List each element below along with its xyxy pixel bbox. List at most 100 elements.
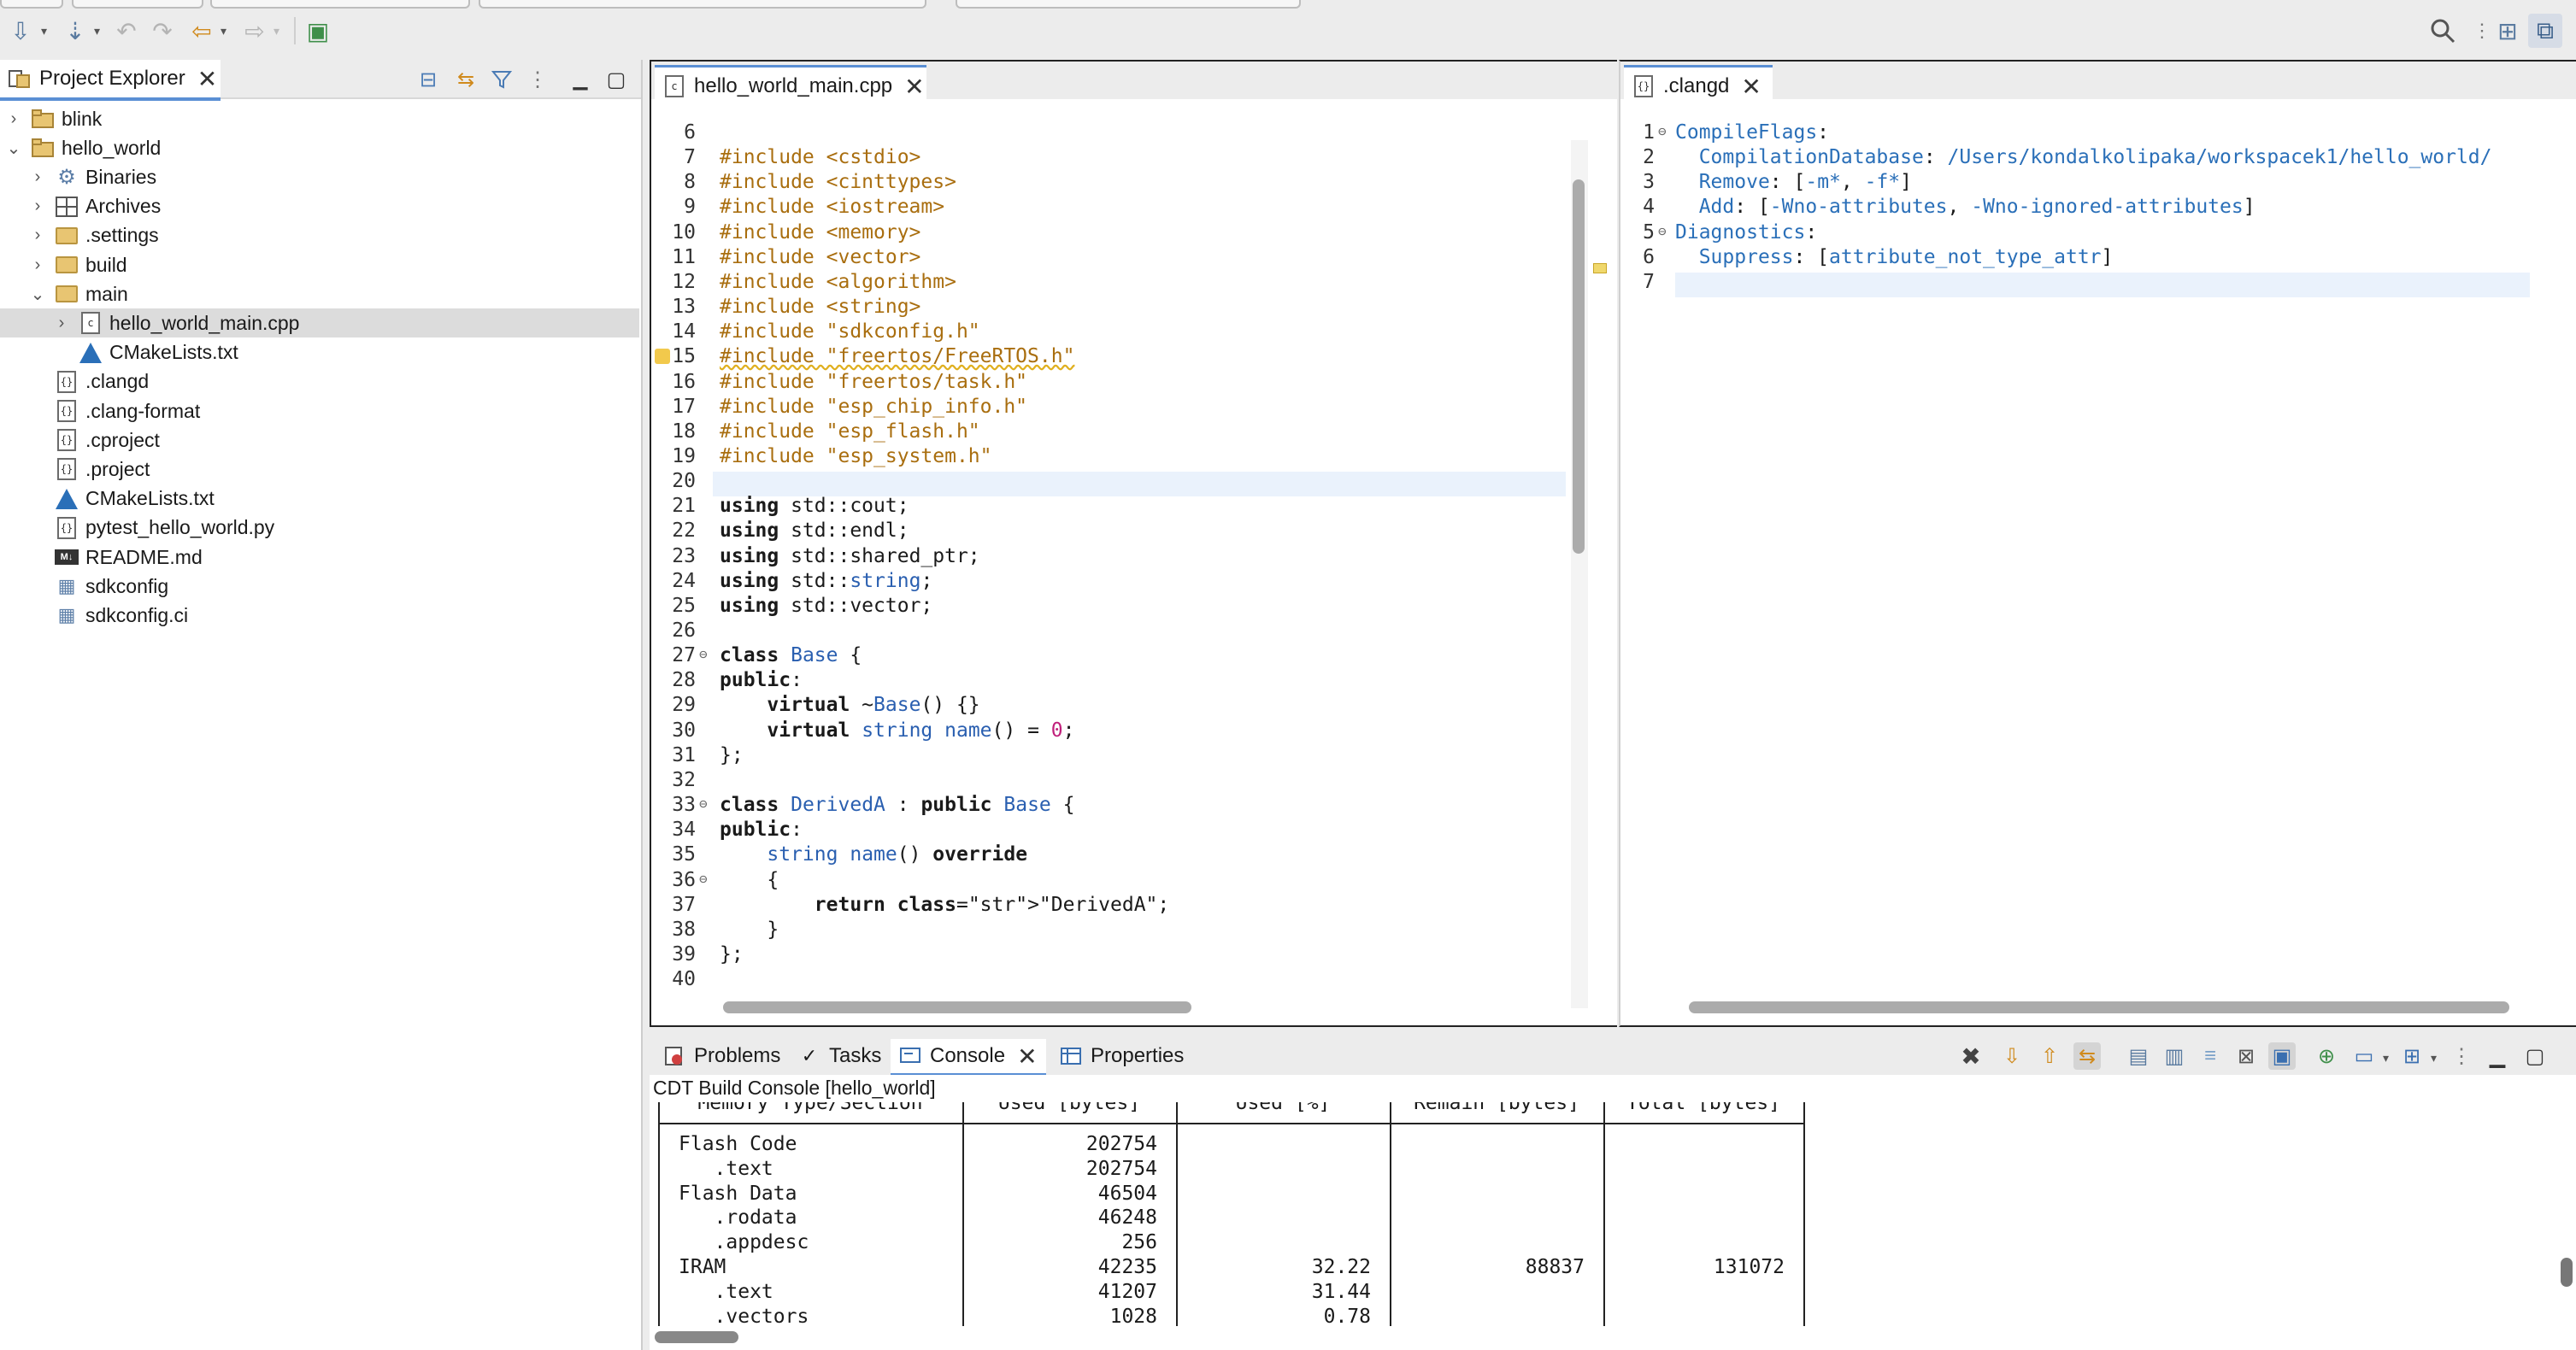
tree-item[interactable]: {} .clang-format <box>0 396 639 426</box>
tree-item[interactable]: › ⚙ Binaries <box>0 162 639 191</box>
back-arrow-icon[interactable]: ⇦ <box>185 14 219 48</box>
tree-item[interactable]: CMakeLists.txt <box>0 484 639 514</box>
show-on-output-icon[interactable]: ▤ <box>2125 1042 2152 1070</box>
search-icon[interactable] <box>2426 14 2460 48</box>
toolbar-launch-target-field[interactable] <box>210 0 470 9</box>
tree-item[interactable]: ▦ sdkconfig <box>0 572 639 601</box>
clear-console-icon[interactable]: ✖ <box>1957 1042 1985 1070</box>
toolbar-serial-port-field[interactable] <box>956 0 1301 9</box>
fold-toggle-icon[interactable]: ⊖ <box>699 795 708 812</box>
tree-item[interactable]: {} pytest_hello_world.py <box>0 514 639 543</box>
pin-console-icon[interactable]: ▣ <box>2268 1042 2296 1070</box>
open-perspective-icon[interactable]: ⊞ <box>2491 14 2525 48</box>
pin-icon[interactable]: ⇣ <box>58 14 92 48</box>
tree-item[interactable]: › .settings <box>0 221 639 250</box>
back-dropdown-chevron-icon[interactable]: ▾ <box>221 24 226 38</box>
scroll-lock-icon[interactable]: ⇆ <box>2073 1042 2101 1070</box>
tree-item[interactable]: › c hello_world_main.cpp <box>0 308 639 338</box>
build-dropdown-chevron-icon[interactable]: ▾ <box>41 24 47 38</box>
undo-edit-icon[interactable]: ↶ <box>109 14 144 48</box>
minimize-icon[interactable]: ▁ <box>568 67 593 92</box>
chevron-down-icon[interactable]: ⌄ <box>5 138 22 159</box>
clangd-editor-horizontal-scrollbar[interactable] <box>1689 1001 2509 1013</box>
display-selected-console-icon[interactable]: ▭ <box>2350 1042 2378 1070</box>
fold-toggle-icon[interactable]: ⊖ <box>1658 223 1667 239</box>
warning-marker-icon[interactable] <box>1593 263 1607 273</box>
cpp-editor-vertical-scrollbar[interactable] <box>1573 179 1585 554</box>
clangd-code-area[interactable]: 1 ⊖ CompileFlags: 2 CompilationDatabase: /U… <box>1620 121 2535 993</box>
table-column-border <box>658 1102 660 1326</box>
tab-clangd[interactable]: {} .clangd ✕ <box>1624 65 1773 105</box>
maximize-icon[interactable]: ▢ <box>2521 1042 2549 1070</box>
remove-launch-icon[interactable]: ⊠ <box>2232 1042 2260 1070</box>
chevron-right-icon[interactable]: › <box>29 167 46 187</box>
clangd-editor: {} .clangd ✕ 1 ⊖ CompileFlags: 2 Compilatio… <box>1619 60 2576 1027</box>
tab-tasks[interactable]: ✓ Tasks <box>790 1039 887 1073</box>
tree-item[interactable]: › blink <box>0 104 639 133</box>
tree-item[interactable]: {} .clangd <box>0 367 639 396</box>
fold-toggle-icon[interactable]: ⊖ <box>699 646 708 662</box>
forward-arrow-icon[interactable]: ⇨ <box>238 14 272 48</box>
open-task-icon[interactable]: ▣ <box>301 14 335 48</box>
warning-icon[interactable] <box>655 349 670 365</box>
collapse-all-icon[interactable]: ⊟ <box>415 67 441 92</box>
link-with-editor-icon[interactable]: ⇆ <box>453 67 479 92</box>
open-console-chevron-icon[interactable]: ▾ <box>2431 1051 2437 1065</box>
line-number: 16 <box>672 370 696 393</box>
close-icon[interactable]: ✕ <box>1017 1042 1037 1071</box>
close-icon[interactable]: ✕ <box>904 73 924 101</box>
redo-edit-icon[interactable]: ↷ <box>145 14 179 48</box>
chevron-down-icon[interactable]: ⌄ <box>29 284 46 305</box>
file-icon: {} <box>55 428 79 452</box>
toolbar-launch-mode-field[interactable] <box>0 0 63 9</box>
view-menu-icon[interactable]: ⋮ <box>525 67 550 92</box>
chevron-right-icon[interactable]: › <box>53 314 70 333</box>
new-console-icon[interactable]: ⊕ <box>2313 1042 2340 1070</box>
chevron-right-icon[interactable]: › <box>5 109 22 129</box>
tree-item[interactable]: CMakeLists.txt <box>0 338 639 367</box>
build-icon[interactable]: ⇩ <box>3 14 38 48</box>
view-menu-icon[interactable]: ⋮ <box>2448 1042 2475 1070</box>
tree-item[interactable]: › build <box>0 250 639 279</box>
toolbar-launch-config-field[interactable] <box>72 0 203 9</box>
line-number: 6 <box>684 121 696 144</box>
tree-item[interactable]: ▦ sdkconfig.ci <box>0 601 639 630</box>
forward-dropdown-chevron-icon[interactable]: ▾ <box>273 24 279 38</box>
pin-dropdown-chevron-icon[interactable]: ▾ <box>94 24 100 38</box>
cpp-code-area[interactable]: 6 7 #include <cstdio> 8 #include <cinttypes>… <box>651 121 1566 993</box>
tab-console[interactable]: Console ✕ <box>891 1039 1046 1077</box>
tree-item-label: .clangd <box>85 370 150 393</box>
tab-project-explorer[interactable]: Project Explorer ✕ <box>0 60 221 101</box>
tab-properties[interactable]: Properties <box>1051 1039 1205 1073</box>
next-error-icon[interactable]: ⇩ <box>1998 1042 2026 1070</box>
filter-icon[interactable] <box>489 67 515 92</box>
tab-problems[interactable]: Problems <box>655 1039 783 1073</box>
minimize-icon[interactable]: ▁ <box>2484 1042 2511 1070</box>
previous-error-icon[interactable]: ⇧ <box>2036 1042 2063 1070</box>
maximize-icon[interactable]: ▢ <box>603 67 629 92</box>
tree-item[interactable]: ⌄ main <box>0 279 639 308</box>
tree-item[interactable]: {} .project <box>0 455 639 484</box>
cpp-editor-horizontal-scrollbar[interactable] <box>723 1001 1191 1013</box>
tree-item[interactable]: ⌄ hello_world <box>0 133 639 162</box>
chevron-right-icon[interactable]: › <box>29 226 46 245</box>
close-icon[interactable]: ✕ <box>1741 73 1761 101</box>
tree-item[interactable]: › Archives <box>0 192 639 221</box>
tree-item[interactable]: M↓ README.md <box>0 543 639 572</box>
close-icon[interactable]: ✕ <box>197 65 217 93</box>
fold-toggle-icon[interactable]: ⊖ <box>699 871 708 887</box>
word-wrap-icon[interactable]: ≡ <box>2197 1042 2224 1070</box>
tab-hello-world-main-cpp[interactable]: c hello_world_main.cpp ✕ <box>655 65 926 105</box>
console-vertical-scrollbar[interactable] <box>2561 1258 2573 1287</box>
show-on-error-icon[interactable]: ▥ <box>2161 1042 2188 1070</box>
chevron-right-icon[interactable]: › <box>29 197 46 216</box>
console-horizontal-scrollbar[interactable] <box>655 1331 738 1343</box>
open-console-icon[interactable]: ⊞ <box>2398 1042 2426 1070</box>
perspective-cpp-icon[interactable]: ⧉ <box>2528 14 2562 48</box>
chevron-right-icon[interactable]: › <box>29 255 46 275</box>
tree-item[interactable]: {} .cproject <box>0 426 639 455</box>
toolbar-target-field[interactable] <box>479 0 926 9</box>
fold-toggle-icon[interactable]: ⊖ <box>1658 123 1667 139</box>
display-console-chevron-icon[interactable]: ▾ <box>2383 1051 2389 1065</box>
tree-item-label: CMakeLists.txt <box>109 341 238 364</box>
